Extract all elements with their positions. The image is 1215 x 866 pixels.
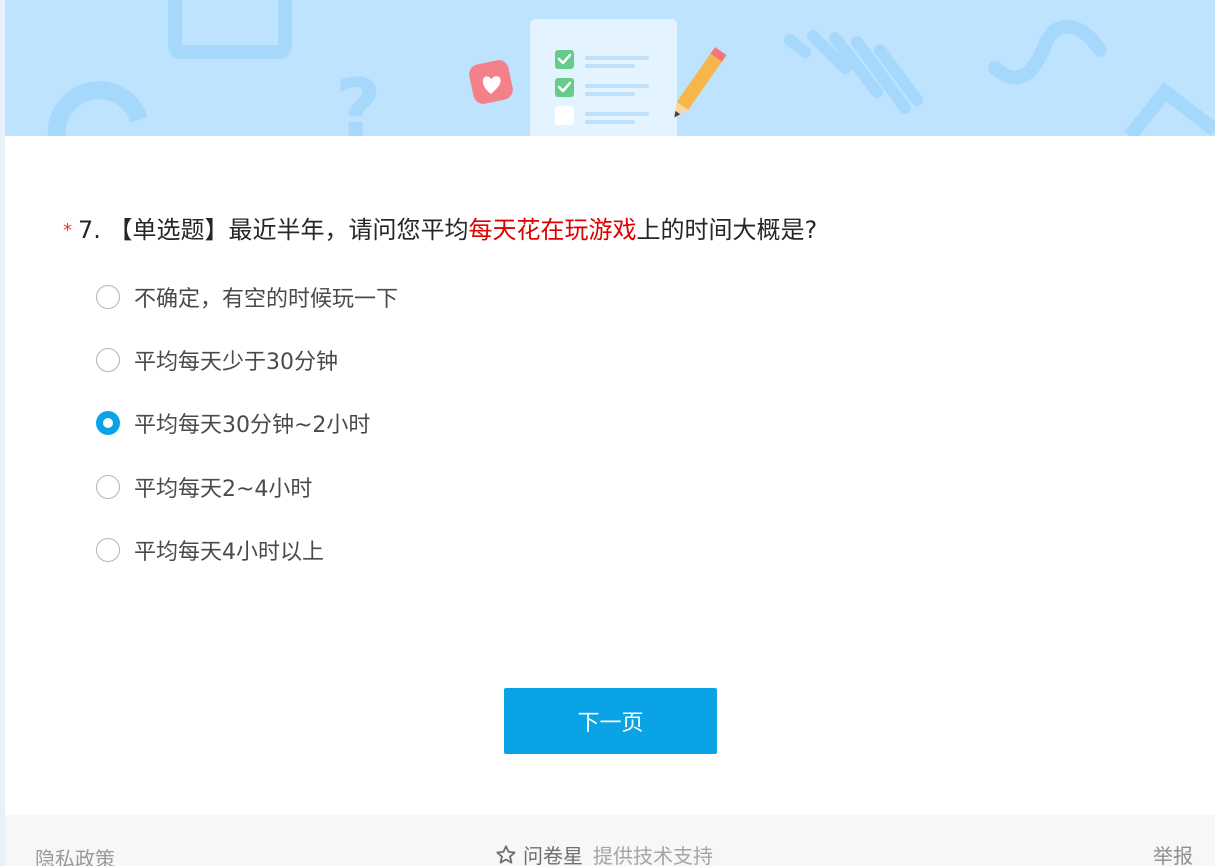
footer: 隐私政策 问卷星 提供技术支持 举报 [5,815,1215,866]
radio-icon[interactable] [96,348,120,372]
question-title: * 7. 【单选题】最近半年，请问您平均每天花在玩游戏上的时间大概是? [63,213,817,247]
question-text-prefix: 7. 【单选题】最近半年，请问您平均 [78,216,469,244]
heart-bubble-icon [469,60,513,104]
report-link[interactable]: 举报 [1153,840,1193,866]
stripes-decoration [784,30,923,114]
triangle-decoration [1124,82,1215,136]
star-icon [496,844,516,864]
question-mark-decoration: ? [335,62,381,136]
option-5[interactable]: 平均每天4小时以上 [96,534,696,566]
next-page-button[interactable]: 下一页 [504,688,717,754]
question-text-suffix: 上的时间大概是? [636,216,818,244]
option-label: 平均每天4小时以上 [134,540,324,565]
option-3[interactable]: 平均每天30分钟~2小时 [96,407,696,439]
privacy-policy-link[interactable]: 隐私政策 [35,843,115,866]
brand-name: 问卷星 [523,844,583,866]
radio-icon[interactable] [96,475,120,499]
option-label: 平均每天少于30分钟 [134,350,338,375]
option-label: 平均每天2~4小时 [134,477,313,502]
option-2[interactable]: 平均每天少于30分钟 [96,344,696,376]
option-4[interactable]: 平均每天2~4小时 [96,471,696,503]
required-marker: * [63,220,72,241]
option-label: 平均每天30分钟~2小时 [134,413,371,438]
radio-selected-icon[interactable] [96,411,120,435]
radio-icon[interactable] [96,538,120,562]
clipboard-checklist-icon [530,19,677,136]
header-banner: ? [5,0,1215,136]
banner-illustration: ? [47,0,1215,136]
radio-icon[interactable] [96,285,120,309]
ring-decoration [47,81,148,136]
pencil-icon [674,47,727,118]
question-text-highlight: 每天花在玩游戏 [468,216,637,244]
tech-support-text: 提供技术支持 [593,844,713,866]
survey-card: ? * 7. 【单选题】最近半年，请问您平均每天花在玩游戏上的时间大概是? 不确… [5,0,1215,866]
footer-brand[interactable]: 问卷星 提供技术支持 [495,840,713,866]
option-label: 不确定，有空的时候玩一下 [134,287,399,312]
wave-decoration [988,19,1107,85]
option-1[interactable]: 不确定，有空的时候玩一下 [96,281,696,313]
square-decoration [168,0,292,59]
